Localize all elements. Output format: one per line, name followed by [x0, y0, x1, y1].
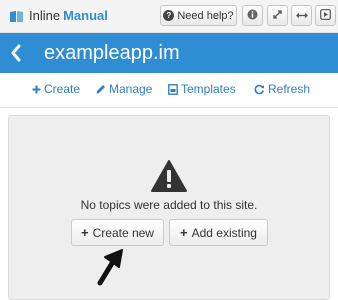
- create-label: Create: [44, 82, 81, 96]
- brand-logo: Inline Manual: [9, 8, 108, 24]
- templates-link[interactable]: Templates: [168, 82, 236, 97]
- refresh-link[interactable]: Refresh: [254, 82, 310, 97]
- empty-state-message: No topics were added to this site.: [80, 198, 258, 212]
- template-icon: [168, 84, 181, 95]
- expand-icon: [272, 7, 283, 25]
- top-bar: Inline Manual ? Need help?: [0, 0, 338, 33]
- create-link[interactable]: Create: [32, 82, 80, 97]
- plus-icon: +: [81, 225, 89, 240]
- refresh-icon: [254, 84, 268, 95]
- need-help-label: Need help?: [177, 9, 234, 22]
- site-title: exampleapp.im: [44, 42, 180, 64]
- need-help-button[interactable]: ? Need help?: [160, 5, 237, 26]
- play-button[interactable]: [315, 5, 336, 26]
- templates-label: Templates: [181, 82, 236, 96]
- brand-word-manual: Manual: [63, 8, 108, 23]
- add-existing-button[interactable]: + Add existing: [169, 219, 268, 246]
- manage-link[interactable]: Manage: [95, 82, 152, 97]
- pointer-arrow-icon: [96, 248, 126, 291]
- info-button[interactable]: [242, 5, 263, 26]
- chevron-left-icon[interactable]: [10, 44, 22, 67]
- add-existing-label: Add existing: [191, 225, 257, 240]
- warning-icon: [150, 159, 188, 198]
- resize-horizontal-button[interactable]: [291, 5, 312, 26]
- play-icon: [320, 7, 331, 25]
- plus-icon: [32, 85, 44, 94]
- create-new-button[interactable]: + Create new: [71, 219, 164, 246]
- site-header: exampleapp.im: [0, 33, 338, 73]
- refresh-label: Refresh: [268, 82, 311, 96]
- plus-icon: +: [180, 225, 188, 240]
- info-icon: [247, 7, 258, 25]
- book-icon: [9, 10, 24, 23]
- resize-horizontal-icon: [295, 7, 308, 25]
- brand-word-inline: Inline: [29, 8, 61, 23]
- pencil-icon: [95, 84, 109, 95]
- create-new-label: Create new: [92, 225, 154, 240]
- expand-button[interactable]: [267, 5, 288, 26]
- topic-toolbar: Create Manage Templates Refresh: [0, 73, 338, 108]
- manage-label: Manage: [109, 82, 153, 96]
- question-icon: ?: [163, 10, 175, 21]
